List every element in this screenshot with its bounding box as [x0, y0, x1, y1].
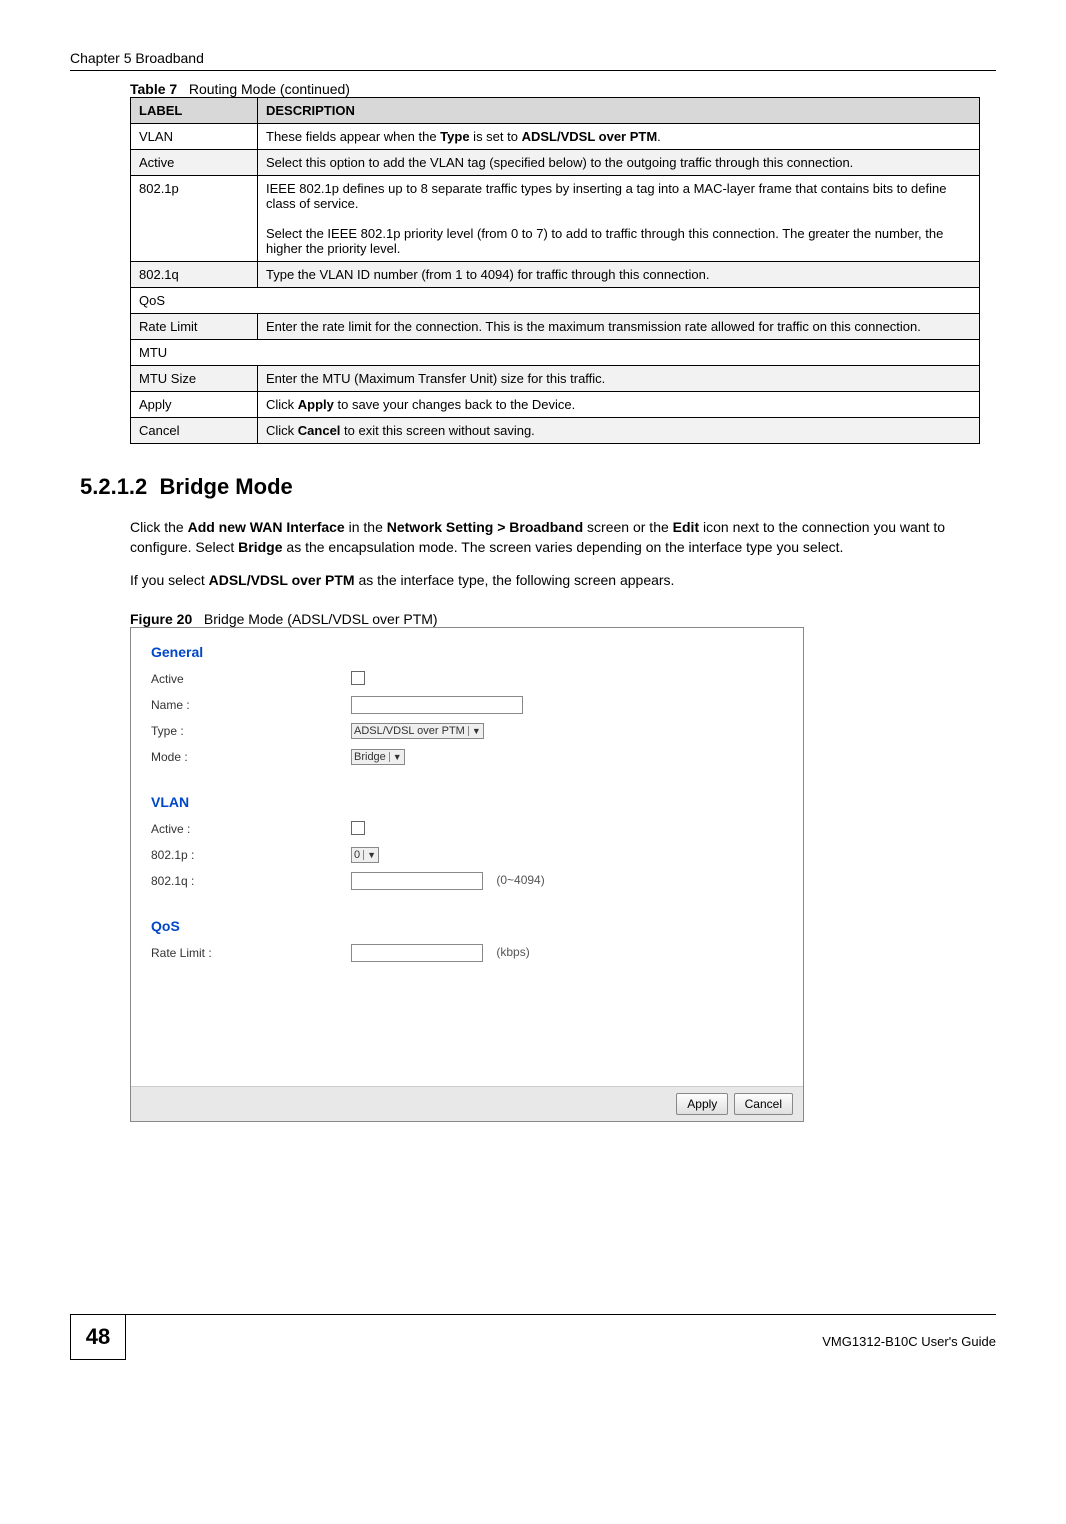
- label-type: Type :: [151, 724, 351, 738]
- table-row: Apply Click Apply to save your changes b…: [131, 392, 980, 418]
- 8021p-select-value: 0: [354, 849, 360, 861]
- chevron-down-icon: ▼: [468, 726, 481, 736]
- page-number: 48: [70, 1315, 126, 1360]
- label-active: Active: [151, 672, 351, 686]
- chapter-title: Chapter 5 Broadband: [70, 50, 204, 66]
- 8021q-hint: (0~4094): [496, 873, 544, 887]
- name-input[interactable]: [351, 696, 523, 714]
- section-title: Bridge Mode: [160, 474, 293, 499]
- th-description: DESCRIPTION: [258, 98, 980, 124]
- label-vlan-active: Active :: [151, 822, 351, 836]
- th-label: LABEL: [131, 98, 258, 124]
- general-heading: General: [151, 640, 783, 666]
- page-header: Chapter 5 Broadband: [70, 50, 996, 71]
- table-number: Table 7: [130, 81, 177, 97]
- table-caption: Table 7 Routing Mode (continued): [130, 81, 996, 97]
- cell-desc: Type the VLAN ID number (from 1 to 4094)…: [258, 262, 980, 288]
- cell-label: Active: [131, 150, 258, 176]
- cell-desc: IEEE 802.1p defines up to 8 separate tra…: [258, 176, 980, 262]
- cell-label: VLAN: [131, 124, 258, 150]
- cell-desc: Enter the MTU (Maximum Transfer Unit) si…: [258, 366, 980, 392]
- mode-select-value: Bridge: [354, 751, 386, 763]
- cancel-button[interactable]: Cancel: [734, 1093, 793, 1115]
- cell-desc: Click Cancel to exit this screen without…: [258, 418, 980, 444]
- cell-label: Cancel: [131, 418, 258, 444]
- vlan-heading: VLAN: [151, 790, 783, 816]
- figure-number: Figure 20: [130, 611, 192, 627]
- paragraph: If you select ADSL/VDSL over PTM as the …: [130, 571, 985, 591]
- label-mode: Mode :: [151, 750, 351, 764]
- rate-limit-input[interactable]: [351, 944, 483, 962]
- vlan-active-checkbox[interactable]: [351, 821, 365, 835]
- guide-name: VMG1312-B10C User's Guide: [822, 1326, 996, 1349]
- cell-desc: Click Apply to save your changes back to…: [258, 392, 980, 418]
- cell-label: 802.1p: [131, 176, 258, 262]
- row-rate-limit: Rate Limit : (kbps): [151, 940, 783, 966]
- row-name: Name :: [151, 692, 783, 718]
- label-name: Name :: [151, 698, 351, 712]
- table-title: Routing Mode (continued): [189, 81, 350, 97]
- table-row: MTU Size Enter the MTU (Maximum Transfer…: [131, 366, 980, 392]
- table-row: Active Select this option to add the VLA…: [131, 150, 980, 176]
- paragraph: Click the Add new WAN Interface in the N…: [130, 518, 985, 557]
- routing-mode-table: LABEL DESCRIPTION VLAN These fields appe…: [130, 97, 980, 444]
- table-row: 802.1p IEEE 802.1p defines up to 8 separ…: [131, 176, 980, 262]
- mode-select[interactable]: Bridge▼: [351, 749, 405, 765]
- type-select[interactable]: ADSL/VDSL over PTM▼: [351, 723, 484, 739]
- rate-limit-hint: (kbps): [496, 945, 529, 959]
- cell-label: QoS: [131, 288, 980, 314]
- 8021p-select[interactable]: 0▼: [351, 847, 379, 863]
- row-8021p: 802.1p : 0▼: [151, 842, 783, 868]
- row-type: Type : ADSL/VDSL over PTM▼: [151, 718, 783, 744]
- figure-caption: Figure 20 Bridge Mode (ADSL/VDSL over PT…: [130, 611, 996, 627]
- cell-desc: These fields appear when the Type is set…: [258, 124, 980, 150]
- section-number: 5.2.1.2: [80, 474, 147, 499]
- cell-label: Rate Limit: [131, 314, 258, 340]
- table-row: Rate Limit Enter the rate limit for the …: [131, 314, 980, 340]
- label-rate-limit: Rate Limit :: [151, 946, 351, 960]
- table-row: VLAN These fields appear when the Type i…: [131, 124, 980, 150]
- figure-title: Bridge Mode (ADSL/VDSL over PTM): [204, 611, 438, 627]
- cell-desc: Select this option to add the VLAN tag (…: [258, 150, 980, 176]
- section-heading: 5.2.1.2 Bridge Mode: [80, 474, 996, 500]
- cell-label: MTU Size: [131, 366, 258, 392]
- row-8021q: 802.1q : (0~4094): [151, 868, 783, 894]
- page-footer: 48 VMG1312-B10C User's Guide: [70, 1314, 996, 1360]
- table-row: QoS: [131, 288, 980, 314]
- bridge-mode-screenshot: General Active Name : Type : ADSL/VDSL o…: [130, 627, 804, 1122]
- label-8021q: 802.1q :: [151, 874, 351, 888]
- chevron-down-icon: ▼: [389, 752, 402, 762]
- chevron-down-icon: ▼: [363, 850, 376, 860]
- row-mode: Mode : Bridge▼: [151, 744, 783, 770]
- cell-desc: Enter the rate limit for the connection.…: [258, 314, 980, 340]
- cell-label: Apply: [131, 392, 258, 418]
- table-row: 802.1q Type the VLAN ID number (from 1 t…: [131, 262, 980, 288]
- type-select-value: ADSL/VDSL over PTM: [354, 725, 465, 737]
- 8021q-input[interactable]: [351, 872, 483, 890]
- active-checkbox[interactable]: [351, 671, 365, 685]
- row-vlan-active: Active :: [151, 816, 783, 842]
- qos-heading: QoS: [151, 914, 783, 940]
- cell-label: MTU: [131, 340, 980, 366]
- table-row: MTU: [131, 340, 980, 366]
- cell-label: 802.1q: [131, 262, 258, 288]
- row-active: Active: [151, 666, 783, 692]
- apply-button[interactable]: Apply: [676, 1093, 728, 1115]
- table-row: Cancel Click Cancel to exit this screen …: [131, 418, 980, 444]
- button-bar: Apply Cancel: [131, 1086, 803, 1121]
- label-8021p: 802.1p :: [151, 848, 351, 862]
